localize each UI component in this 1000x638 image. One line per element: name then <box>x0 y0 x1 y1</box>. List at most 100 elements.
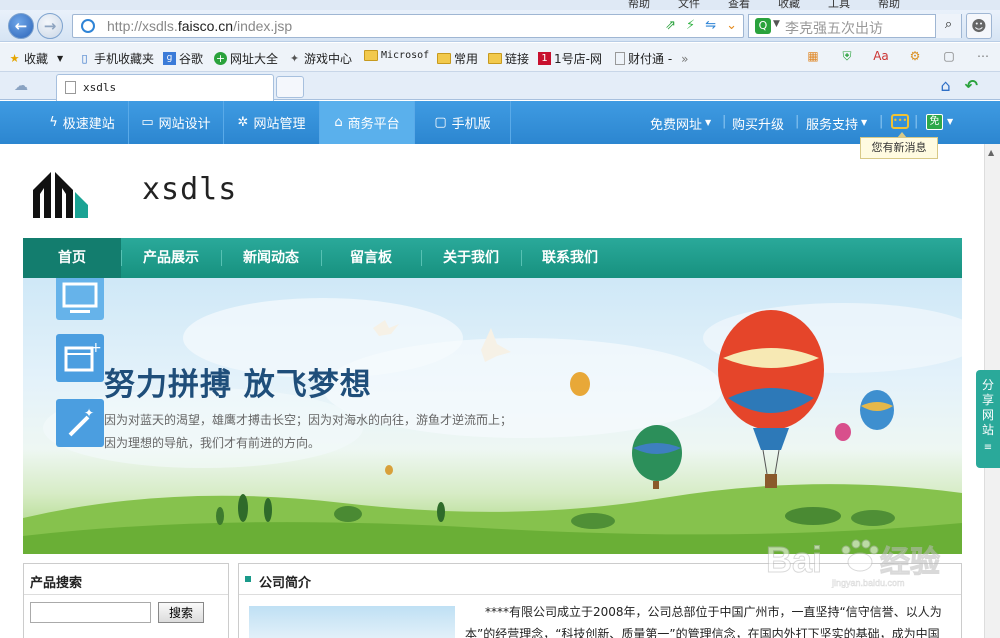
menu-item[interactable]: 查看 <box>728 0 750 10</box>
favorites-item[interactable]: 财付通 -» <box>615 50 689 67</box>
favorites-item[interactable]: + 网址大全 <box>214 50 278 67</box>
home-icon: ⌂ <box>334 115 343 130</box>
share-site-tab[interactable]: 分享网站 ≡ <box>976 370 1000 468</box>
forward-button[interactable]: → <box>37 13 63 39</box>
nav-item-products[interactable]: 产品展示 <box>121 238 221 278</box>
admin-tab-mobile[interactable]: ▢ 手机版 <box>415 101 511 144</box>
favorites-item[interactable]: g 谷歌 <box>163 50 203 67</box>
search-placeholder: 李克强五次出访 <box>785 21 883 37</box>
nav-item-news[interactable]: 新闻动态 <box>221 238 321 278</box>
shield-icon[interactable]: ⛨ <box>836 49 858 64</box>
favorites-item[interactable]: 链接 <box>488 50 529 67</box>
site-logo-icon <box>33 172 88 218</box>
divider: | <box>879 114 884 129</box>
arrow-right-icon: → <box>43 17 57 35</box>
search-button[interactable]: 搜索 <box>158 602 204 623</box>
favorites-item[interactable]: 1 1号店-网 <box>538 50 602 67</box>
favorites-item[interactable]: Microsof <box>364 50 429 61</box>
admin-tab-design[interactable]: ▭ 网站设计 <box>129 101 224 144</box>
svg-text:✦: ✦ <box>84 406 94 420</box>
caret-down-icon: ▼ <box>861 118 868 127</box>
divider: | <box>914 114 919 129</box>
favorites-item[interactable]: 常用 <box>437 50 478 67</box>
search-engine-icon[interactable]: Q <box>755 18 771 34</box>
gamepad-icon: ✦ <box>289 52 300 65</box>
magic-wand-icon[interactable]: ✦ <box>56 399 104 447</box>
banner-text: 因为理想的导航，我们才有前进的方向。 <box>104 436 321 450</box>
banner-slogan: 努力拼搏 放飞梦想 <box>104 367 372 403</box>
search-icon[interactable]: ⌕ <box>935 14 961 38</box>
company-image <box>249 606 455 638</box>
folder-icon <box>364 50 378 61</box>
intro-text: ****有限公司成立于2008年，公司总部位于中国广州市，一直坚持“信守信誉、以… <box>485 605 942 619</box>
star-icon: ★ <box>9 52 20 65</box>
menu-item[interactable]: 工具 <box>828 0 850 10</box>
new-message-tooltip: 您有新消息 <box>860 132 938 159</box>
paw-icon <box>841 539 879 572</box>
favorites-item[interactable]: ★ 收藏 ▼ <box>8 50 64 67</box>
browser-menubar: 帮助 文件 查看 收藏 工具 帮助 <box>0 0 1000 10</box>
baidu-watermark-logo: Bai 经验 jingyan.baidu.com <box>766 539 941 589</box>
monitor-icon: ▭ <box>141 115 154 130</box>
message-icon[interactable]: ••• <box>891 114 909 129</box>
google-icon: g <box>163 52 176 65</box>
free-badge-icon[interactable]: 免 <box>926 114 943 130</box>
intro-text: 本”的经营理念，“科技创新、质量第一”的管理信念，在国内外打下坚实的基础，成为中… <box>465 627 940 638</box>
translate-icon[interactable]: Aa <box>870 49 892 64</box>
page-icon <box>65 81 76 94</box>
undo-arrow-icon[interactable]: ↶ <box>965 76 978 95</box>
user-avatar-icon[interactable]: ☻ <box>966 13 992 39</box>
nav-item-about[interactable]: 关于我们 <box>421 238 521 278</box>
panel-title: 产品搜索 <box>30 576 83 591</box>
tablet-icon: ▢ <box>434 115 447 130</box>
home-icon[interactable]: ⌂ <box>940 76 950 95</box>
share-page-icon[interactable]: ⇗ <box>665 18 676 33</box>
caret-down-icon[interactable]: ▼ <box>773 19 780 29</box>
product-search-input[interactable] <box>30 602 151 623</box>
more-icon[interactable]: ⋯ <box>972 49 994 64</box>
nav-item-home[interactable]: 首页 <box>23 238 121 278</box>
chevron-down-icon[interactable]: ⌄ <box>726 18 737 33</box>
admin-upgrade[interactable]: 购买升级 <box>732 114 784 133</box>
phone-icon: ▯ <box>81 52 88 65</box>
bullet-icon <box>245 576 251 582</box>
nav-item-guestbook[interactable]: 留言板 <box>321 238 421 278</box>
admin-support[interactable]: 服务支持 ▼ <box>806 114 867 133</box>
admin-tab-business[interactable]: ⌂ 商务平台 <box>320 101 415 144</box>
monitor-icon[interactable] <box>56 278 104 320</box>
site-title: xsdls <box>142 172 238 207</box>
caret-down-icon[interactable]: ▼ <box>947 117 953 126</box>
admin-tab-manage[interactable]: ✲ 网站管理 <box>224 101 320 144</box>
screenshot-icon[interactable]: ▢ <box>938 49 960 64</box>
watermark-sub: jingyan.baidu.com <box>831 578 905 588</box>
favorites-item[interactable]: ▯ 手机收藏夹 <box>78 50 154 67</box>
menu-item[interactable]: 文件 <box>678 0 700 10</box>
admin-free-domain[interactable]: 免费网址 ▼ <box>650 114 711 133</box>
menu-item[interactable]: 帮助 <box>628 0 650 10</box>
compat-mode-icon[interactable]: ⇋ <box>705 18 716 33</box>
product-search-panel: 产品搜索 搜索 <box>23 563 229 638</box>
browser-addressbar: ← → http://xsdls.faisco.cn/index.jsp ⇗ ⚡… <box>0 10 1000 42</box>
back-button[interactable]: ← <box>8 13 34 39</box>
cloud-icon[interactable]: ☁ <box>14 78 28 94</box>
menu-item[interactable]: 收藏 <box>778 0 800 10</box>
admin-tab-quick-build[interactable]: ϟ 极速建站 <box>36 101 129 144</box>
scroll-up-icon[interactable]: ▲ <box>988 148 994 157</box>
apps-icon[interactable]: ▦ <box>802 49 824 64</box>
gear-icon: ✲ <box>237 115 249 130</box>
folder-icon <box>488 53 502 64</box>
browser-tab[interactable]: xsdls <box>56 74 274 101</box>
watermark-cn: 经验 <box>880 545 940 580</box>
tools-icon[interactable]: ⚙ <box>904 49 926 64</box>
favorites-item[interactable]: ✦ 游戏中心 <box>288 50 352 67</box>
url-field[interactable]: http://xsdls.faisco.cn/index.jsp ⇗ ⚡ ⇋ ⌄ <box>72 14 744 38</box>
nav-item-contact[interactable]: 联系我们 <box>521 238 619 278</box>
lightning-icon: ϟ <box>49 115 58 130</box>
menu-item[interactable]: 帮助 <box>878 0 900 10</box>
favorites-bar: ★ 收藏 ▼ ▯ 手机收藏夹 g 谷歌 + 网址大全 ✦ 游戏中心 Microsof 常用 … <box>0 43 1000 72</box>
url-text: http://xsdls.faisco.cn/index.jsp <box>107 18 293 34</box>
search-field[interactable]: Q ▼ 李克强五次出访 ⌕ <box>748 14 962 38</box>
window-add-icon[interactable]: + <box>56 334 104 382</box>
lightning-icon[interactable]: ⚡ <box>686 18 695 33</box>
new-tab-button[interactable] <box>276 76 304 98</box>
